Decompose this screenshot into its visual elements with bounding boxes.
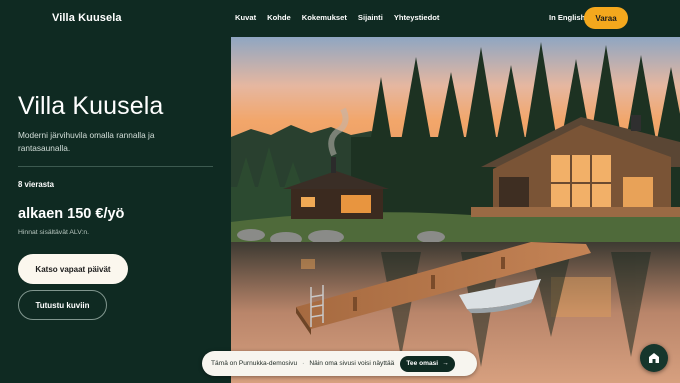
language-switch[interactable]: In English (549, 13, 585, 22)
nav-link-kohde[interactable]: Kohde (267, 13, 291, 22)
home-fab-button[interactable] (640, 344, 668, 372)
vat-note: Hinnat sisältävät ALV:n. (18, 229, 90, 236)
site-header: Villa Kuusela Kuvat Kohde Kokemukset Sij… (0, 0, 680, 37)
page-title: Villa Kuusela (18, 92, 164, 120)
demo-text-secondary: Näin oma sivusi voisi näyttää (309, 360, 395, 367)
make-your-own-label: Tee omasi (406, 360, 439, 367)
demo-separator: · (302, 360, 305, 367)
guest-count: 8 vierasta (18, 180, 54, 189)
nav-link-kokemukset[interactable]: Kokemukset (302, 13, 347, 22)
view-photos-button[interactable]: Tutustu kuviin (18, 290, 107, 320)
site-logo[interactable]: Villa Kuusela (52, 12, 122, 24)
main-nav: Kuvat Kohde Kokemukset Sijainti Yhteysti… (235, 13, 439, 22)
home-icon (649, 353, 659, 363)
book-button[interactable]: Varaa (584, 7, 628, 29)
divider (18, 166, 213, 167)
page-subtitle: Moderni järvihuvila omalla rannalla ja r… (18, 130, 155, 153)
nav-link-yhteystiedot[interactable]: Yhteystiedot (394, 13, 440, 22)
demo-banner: Tämä on Purnukka-demosivu · Näin oma siv… (202, 351, 477, 376)
nav-link-kuvat[interactable]: Kuvat (235, 13, 256, 22)
nav-link-sijainti[interactable]: Sijainti (358, 13, 383, 22)
price: alkaen 150 €/yö (18, 206, 125, 222)
demo-text: Tämä on Purnukka-demosivu (211, 360, 298, 367)
hero-photo (231, 37, 680, 383)
make-your-own-button[interactable]: Tee omasi → (400, 355, 455, 372)
arrow-right-icon: → (442, 360, 449, 367)
check-availability-button[interactable]: Katso vapaat päivät (18, 254, 128, 284)
